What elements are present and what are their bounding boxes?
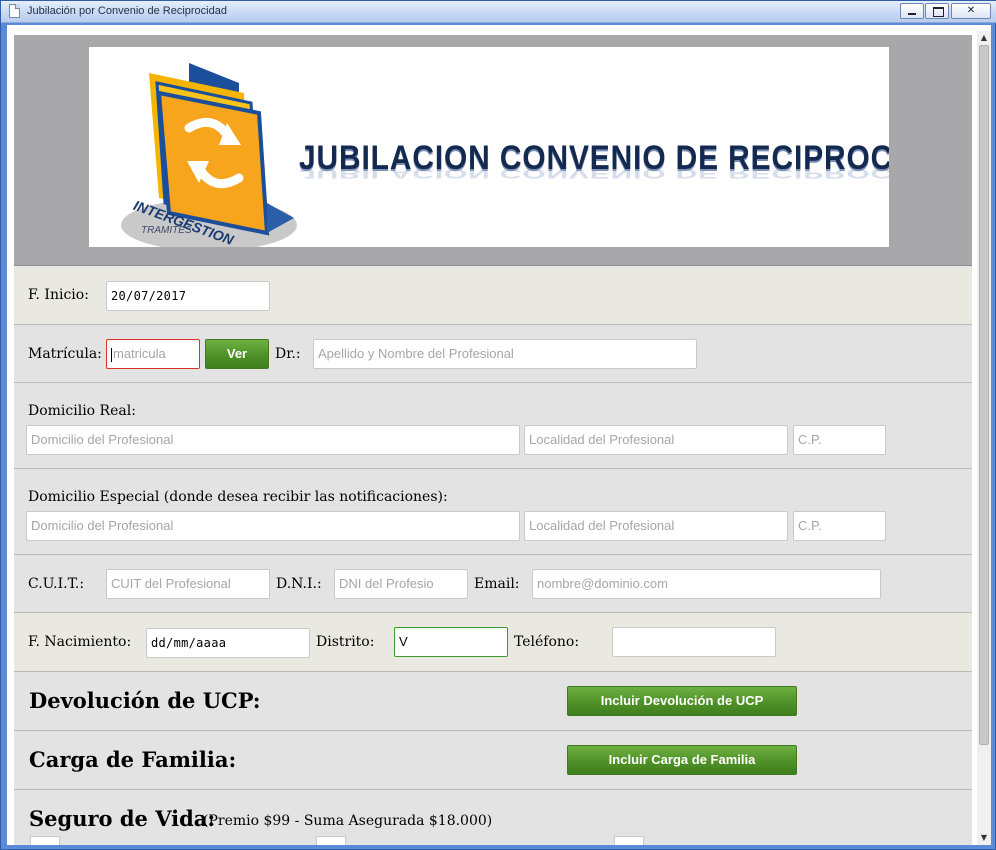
maximize-button[interactable] <box>925 3 949 19</box>
heading-devolucion-ucp: Devolución de UCP: <box>29 688 261 713</box>
distrito-input[interactable]: V <box>394 627 508 657</box>
banner: INTERGESTION TRAMITES JUBILACION CONVENI… <box>89 47 889 247</box>
scroll-up-icon[interactable]: ▲ <box>977 31 991 45</box>
cp-real-input[interactable]: C.P. <box>793 425 886 455</box>
ver-button[interactable]: Ver <box>205 339 269 369</box>
row-fecha-inicio: F. Inicio: 20/07/2017 <box>14 266 972 325</box>
row-nacimiento-distrito-telefono: F. Nacimiento: dd/mm/aaaa Distrito: V Te… <box>14 613 972 672</box>
client-area: INTERGESTION TRAMITES JUBILACION CONVENI… <box>7 25 991 845</box>
app-window: Jubilación por Convenio de Reciprocidad … <box>0 0 996 850</box>
banner-title-reflection: JUBILACION CONVENIO DE RECIPROCIDAD <box>299 165 889 181</box>
row-seguro-vida: Seguro de Vida: (Premio $99 - Suma Asegu… <box>14 790 972 845</box>
form-page: INTERGESTION TRAMITES JUBILACION CONVENI… <box>14 35 972 845</box>
domicilio-especial-input[interactable]: Domicilio del Profesional <box>26 511 520 541</box>
heading-seguro-vida: Seguro de Vida: <box>29 806 216 831</box>
row-domicilio-especial: Domicilio Especial (donde desea recibir … <box>14 469 972 555</box>
label-dr: Dr.: <box>275 346 301 362</box>
window-title: Jubilación por Convenio de Reciprocidad <box>27 5 227 17</box>
fecha-nacimiento-input[interactable]: dd/mm/aaaa <box>146 628 310 658</box>
label-dni: D.N.I.: <box>276 576 322 592</box>
label-cuit: C.U.I.T.: <box>28 576 85 592</box>
domicilio-real-input[interactable]: Domicilio del Profesional <box>26 425 520 455</box>
vertical-scrollbar[interactable]: ▲ ▼ <box>977 31 991 845</box>
localidad-real-input[interactable]: Localidad del Profesional <box>524 425 788 455</box>
seguro-option-1-checkbox[interactable] <box>30 836 60 845</box>
matricula-input[interactable]: matricula <box>106 339 200 369</box>
seguro-vida-detail: (Premio $99 - Suma Asegurada $18.000) <box>203 813 493 829</box>
minimize-button[interactable] <box>900 3 924 19</box>
localidad-especial-input[interactable]: Localidad del Profesional <box>524 511 788 541</box>
document-icon <box>9 4 20 18</box>
incluir-carga-familia-button[interactable]: Incluir Carga de Familia <box>567 745 797 775</box>
telefono-input[interactable] <box>612 627 776 657</box>
label-telefono: Teléfono: <box>514 634 580 650</box>
row-matricula: Matrícula: matricula Ver Dr.: Apellido y… <box>14 325 972 383</box>
scroll-down-icon[interactable]: ▼ <box>977 831 991 845</box>
seguro-option-3-checkbox[interactable] <box>614 836 644 845</box>
label-matricula: Matrícula: <box>28 346 102 362</box>
row-carga-familia: Carga de Familia: Incluir Carga de Famil… <box>14 731 972 790</box>
cuit-input[interactable]: CUIT del Profesional <box>106 569 270 599</box>
email-input[interactable]: nombre@dominio.com <box>532 569 881 599</box>
label-distrito: Distrito: <box>316 634 375 650</box>
seguro-option-2-checkbox[interactable] <box>316 836 346 845</box>
profesional-nombre-input[interactable]: Apellido y Nombre del Profesional <box>313 339 697 369</box>
scroll-thumb[interactable] <box>979 45 989 745</box>
heading-carga-familia: Carga de Familia: <box>29 747 237 772</box>
title-bar[interactable]: Jubilación por Convenio de Reciprocidad … <box>1 1 996 23</box>
logo-text-tramites: TRAMITES <box>141 225 192 236</box>
label-domicilio-real: Domicilio Real: <box>28 403 136 419</box>
dni-input[interactable]: DNI del Profesio <box>334 569 468 599</box>
label-fecha-nacimiento: F. Nacimiento: <box>28 634 132 650</box>
label-fecha-inicio: F. Inicio: <box>28 287 89 303</box>
row-devolucion-ucp: Devolución de UCP: Incluir Devolución de… <box>14 672 972 731</box>
label-email: Email: <box>474 576 520 592</box>
matricula-placeholder: matricula <box>113 346 166 361</box>
label-domicilio-especial: Domicilio Especial (donde desea recibir … <box>28 489 448 505</box>
close-button[interactable]: ✕ <box>951 3 991 19</box>
banner-band: INTERGESTION TRAMITES JUBILACION CONVENI… <box>14 35 972 266</box>
row-cuit-dni-email: C.U.I.T.: CUIT del Profesional D.N.I.: D… <box>14 555 972 613</box>
fecha-inicio-input[interactable]: 20/07/2017 <box>106 281 270 311</box>
cp-especial-input[interactable]: C.P. <box>793 511 886 541</box>
incluir-devolucion-ucp-button[interactable]: Incluir Devolución de UCP <box>567 686 797 716</box>
row-domicilio-real: Domicilio Real: Domicilio del Profesiona… <box>14 383 972 469</box>
text-caret <box>111 347 112 362</box>
